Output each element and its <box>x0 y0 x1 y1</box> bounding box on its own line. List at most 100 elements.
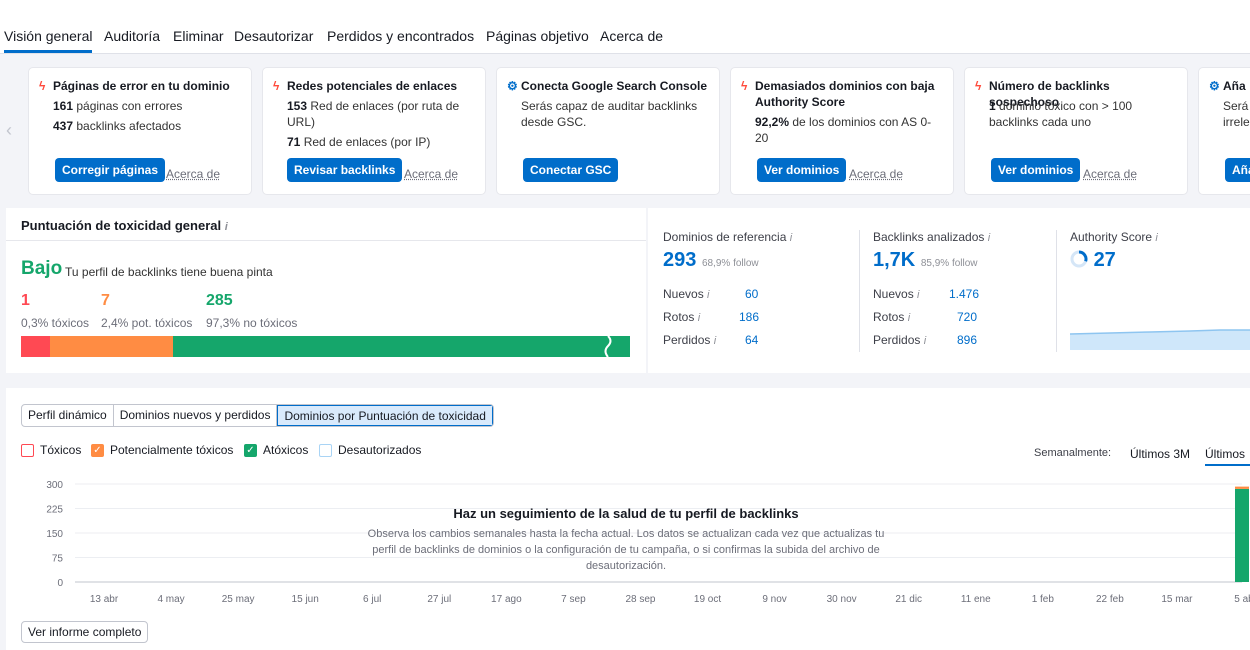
card-text: dominio tóxico con > 100 backlinks cada … <box>989 99 1133 129</box>
top-tabs: Visión general Auditoría Eliminar Desaut… <box>0 0 1250 54</box>
info-icon[interactable]: i <box>908 312 910 324</box>
bolt-icon: ϟ <box>39 79 46 93</box>
toxic-segment[interactable] <box>21 336 50 357</box>
about-link[interactable]: Acerca de <box>166 167 220 181</box>
full-report-button[interactable]: Ver informe completo <box>21 621 149 643</box>
potentially-toxic-count[interactable]: 7 <box>101 292 110 310</box>
bar-atóxicos <box>1235 488 1249 582</box>
stats-panel: Dominios de referencia i 293 68,9% follo… <box>648 208 1250 373</box>
non-toxic-count[interactable]: 285 <box>206 292 233 310</box>
chevron-left-icon[interactable]: ‹ <box>6 120 12 141</box>
x-tick-label: 13 abr <box>90 594 119 605</box>
card-number: 161 <box>53 99 74 113</box>
info-icon[interactable]: i <box>917 289 919 301</box>
toxicity-chart-panel: Perfil dinámico Dominios nuevos y perdid… <box>6 388 1250 650</box>
info-icon[interactable]: i <box>225 221 228 233</box>
card-gsc: ⚙ Conecta Google Search Console Serás cap… <box>496 67 720 195</box>
info-icon[interactable]: i <box>988 232 990 244</box>
tab-vision-general[interactable]: Visión general <box>4 28 93 53</box>
view-option-toxicity-score[interactable]: Dominios por Puntuación de toxicidad <box>277 405 493 426</box>
potentially-toxic-segment[interactable] <box>50 336 173 357</box>
authority-value[interactable]: 27 <box>1094 249 1116 271</box>
tab-perdidos-encontrados[interactable]: Perdidos y encontrados <box>327 28 474 44</box>
tab-acerca-de[interactable]: Acerca de <box>600 28 663 44</box>
view-option-dynamic-profile[interactable]: Perfil dinámico <box>22 405 114 426</box>
toxicity-title: Puntuación de toxicidad general i <box>21 218 228 233</box>
period-last-selected[interactable]: Últimos <box>1205 447 1250 466</box>
card-title: Demasiados dominios con baja Authority S… <box>755 79 935 109</box>
overlay-text: Observa los cambios semanales hasta la f… <box>367 528 885 572</box>
about-link[interactable]: Acerca de <box>849 167 903 181</box>
toxicity-panel: Puntuación de toxicidad general i Bajo T… <box>6 208 646 373</box>
card-text: Red de enlaces (por ruta de URL) <box>287 99 460 129</box>
backlinks-row: Perdidos i 896 <box>873 333 978 347</box>
period-label: Semanalmente: <box>1034 447 1112 459</box>
card-title: Redes potenciales de enlaces <box>287 79 458 93</box>
card-number: 1 <box>989 99 996 113</box>
x-tick-label: 6 jul <box>363 594 381 605</box>
period-last-3m[interactable]: Últimos 3M <box>1130 447 1190 461</box>
x-tick-label: 15 jun <box>292 594 319 605</box>
info-icon[interactable]: i <box>790 232 792 244</box>
card-number: 153 <box>287 99 308 113</box>
x-tick-label: 30 nov <box>827 594 857 605</box>
ref-domains-follow: 68,9% follow <box>701 258 759 269</box>
divider <box>1056 230 1057 352</box>
about-link[interactable]: Acerca de <box>404 167 458 181</box>
y-tick-label: 225 <box>46 505 63 516</box>
overlay-title: Haz un seguimiento de la salud de tu per… <box>453 506 799 521</box>
x-tick-label: 22 feb <box>1096 594 1124 605</box>
info-icon[interactable]: i <box>698 312 700 324</box>
x-tick-label: 28 sep <box>625 594 655 605</box>
filter-toxic-checkbox[interactable]: Tóxicos <box>21 443 81 457</box>
y-tick-label: 75 <box>52 554 64 565</box>
bar-potencialmente-tóxicos <box>1235 486 1249 489</box>
tab-desautorizar[interactable]: Desautorizar <box>234 28 313 44</box>
toxic-label: 0,3% tóxicos <box>21 316 90 330</box>
filter-disavowed-checkbox[interactable]: Desautorizados <box>319 443 421 457</box>
tab-eliminar[interactable]: Eliminar <box>173 28 224 44</box>
ref-domains-row: Rotos i 186 <box>663 310 760 324</box>
info-icon[interactable]: i <box>707 289 709 301</box>
backlinks-value[interactable]: 1,7K <box>873 249 915 271</box>
add-button[interactable]: Aña <box>1225 158 1250 182</box>
bolt-icon: ϟ <box>273 79 280 93</box>
card-link-networks: ϟ Redes potenciales de enlaces 153 Red de… <box>262 67 486 195</box>
fix-pages-button[interactable]: Corregir páginas <box>55 158 166 182</box>
y-tick-label: 0 <box>57 578 63 589</box>
checkmark-icon: ✓ <box>244 444 257 457</box>
card-text: Red de enlaces (por IP) <box>300 135 431 149</box>
view-selector: Perfil dinámico Dominios nuevos y perdid… <box>21 404 494 427</box>
view-option-new-lost-domains[interactable]: Dominios nuevos y perdidos <box>114 405 278 426</box>
toxicity-level: Bajo <box>21 258 63 279</box>
x-tick-label: 21 dic <box>895 594 922 605</box>
tab-paginas-objetivo[interactable]: Páginas objetivo <box>486 28 589 44</box>
review-backlinks-button[interactable]: Revisar backlinks <box>287 158 403 182</box>
x-tick-label: 17 ago <box>491 594 522 605</box>
x-tick-label: 7 sep <box>561 594 586 605</box>
bolt-icon: ϟ <box>975 79 982 93</box>
backlinks-title: Backlinks analizados <box>873 230 985 244</box>
scale-break-icon <box>604 336 612 357</box>
about-link[interactable]: Acerca de <box>1083 167 1137 181</box>
filter-potentially-toxic-checkbox[interactable]: ✓ Potencialmente tóxicos <box>91 443 233 457</box>
card-title: Páginas de error en tu dominio <box>53 79 230 93</box>
checkmark-icon: ✓ <box>91 444 104 457</box>
info-icon[interactable]: i <box>714 335 716 347</box>
tab-auditoria[interactable]: Auditoría <box>104 28 160 44</box>
view-domains-button[interactable]: Ver dominios <box>757 158 847 182</box>
card-suspicious-backlinks: ϟ Número de backlinks sospechoso 1 domini… <box>964 67 1188 195</box>
view-domains-button[interactable]: Ver dominios <box>991 158 1081 182</box>
info-icon[interactable]: i <box>1155 232 1157 244</box>
connect-gsc-button[interactable]: Conectar GSC <box>523 158 619 182</box>
ref-domains-value[interactable]: 293 <box>663 249 696 271</box>
bolt-icon: ϟ <box>741 79 748 93</box>
gear-icon: ⚙ <box>1209 79 1220 93</box>
filter-non-toxic-checkbox[interactable]: ✓ Atóxicos <box>244 443 308 457</box>
card-number: 437 <box>53 119 74 133</box>
gear-icon: ⚙ <box>507 79 518 93</box>
info-icon[interactable]: i <box>924 335 926 347</box>
divider <box>859 230 860 352</box>
non-toxic-segment[interactable] <box>173 336 630 357</box>
toxic-count[interactable]: 1 <box>21 292 30 310</box>
